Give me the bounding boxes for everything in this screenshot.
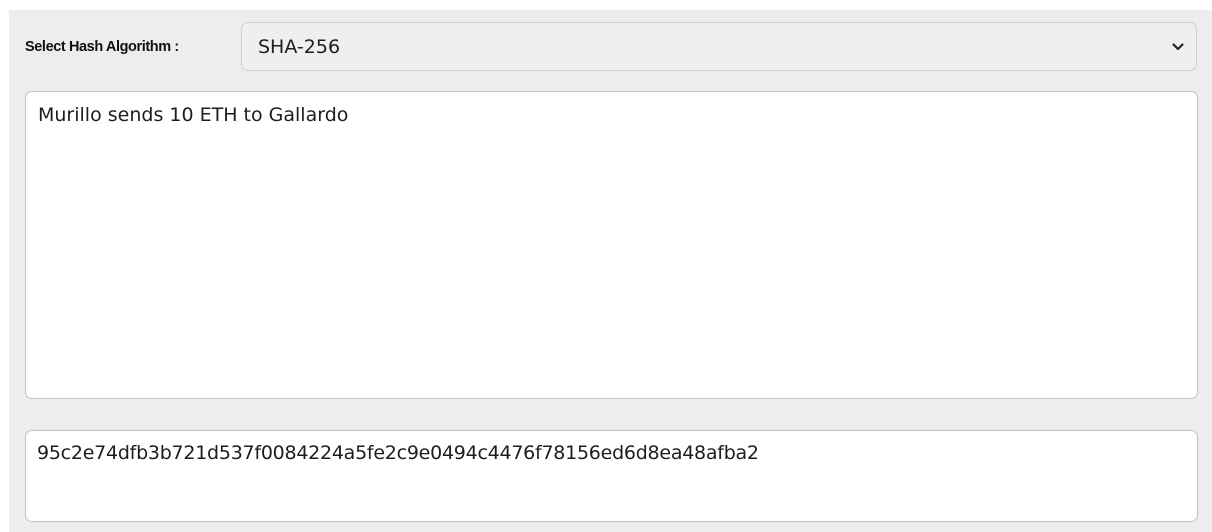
algorithm-row: Select Hash Algorithm : SHA-256	[25, 22, 1197, 71]
algorithm-selected-value: SHA-256	[258, 35, 341, 58]
hash-output-field[interactable]: 95c2e74dfb3b721d537f0084224a5fe2c9e0494c…	[25, 430, 1198, 522]
message-textarea[interactable]: Murillo sends 10 ETH to Gallardo	[25, 91, 1198, 399]
hash-panel: Select Hash Algorithm : SHA-256 Murillo …	[9, 10, 1212, 532]
algorithm-select[interactable]: SHA-256	[241, 22, 1197, 71]
algorithm-label: Select Hash Algorithm :	[25, 38, 179, 55]
chevron-down-icon	[1170, 39, 1186, 55]
